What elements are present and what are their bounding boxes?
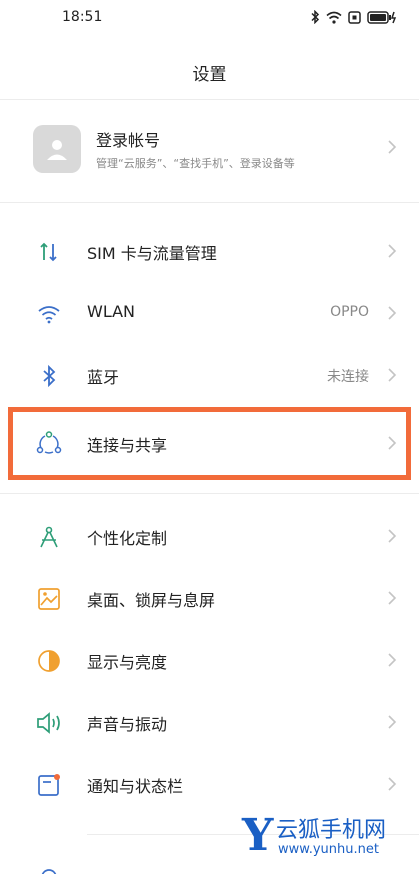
wlan-icon: [36, 301, 62, 327]
settings-row-label: SIM 卡与流量管理: [87, 244, 217, 263]
wifi-icon: [326, 11, 342, 24]
watermark: Y 云狐手机网 www.yunhu.net: [242, 810, 407, 862]
settings-row-personalize[interactable]: 个性化定制: [0, 505, 419, 567]
account-title: 登录帐号: [96, 131, 161, 150]
display-brightness-icon: [36, 648, 62, 674]
chevron-right-icon: [388, 777, 397, 791]
watermark-logo: Y: [242, 810, 274, 861]
status-time: 18:51: [62, 9, 103, 25]
highlight-box: [8, 407, 411, 480]
user-icon: [47, 140, 67, 160]
settings-row-value: 未连接: [327, 369, 369, 385]
settings-row-label: 显示与亮度: [87, 653, 168, 672]
status-icons: [310, 10, 397, 24]
settings-row-label: 蓝牙: [87, 368, 120, 387]
account-subtitle: 管理“云服务”、“查找手机”、登录设备等: [96, 157, 295, 170]
page-title: 设置: [192, 65, 227, 85]
chevron-right-icon: [388, 368, 397, 382]
header-divider: [0, 99, 419, 100]
notification-icon: [36, 772, 62, 798]
chevron-right-icon: [388, 529, 397, 543]
settings-row-label: 桌面、锁屏与息屏: [87, 591, 216, 610]
bluetooth-icon: [311, 10, 320, 24]
settings-row-label: 个性化定制: [87, 529, 168, 548]
settings-row-sound[interactable]: 声音与振动: [0, 691, 419, 753]
chevron-right-icon: [388, 244, 397, 258]
settings-row-wallpaper[interactable]: 桌面、锁屏与息屏: [0, 567, 419, 629]
watermark-name: 云狐手机网: [276, 818, 387, 843]
settings-row-notification[interactable]: 通知与状态栏: [0, 753, 419, 815]
chevron-right-icon: [388, 591, 397, 605]
settings-row-value: OPPO: [330, 304, 369, 320]
nfc-icon: [348, 10, 361, 24]
settings-row-wlan[interactable]: WLAN OPPO: [0, 282, 419, 344]
settings-row-label: 声音与振动: [87, 715, 168, 734]
settings-row-bluetooth[interactable]: 蓝牙 未连接: [0, 344, 419, 406]
battery-charging-icon: [367, 10, 397, 24]
status-bar: 18:51: [0, 0, 419, 36]
sound-vibration-icon: [36, 710, 62, 736]
partial-row-icon: [41, 869, 57, 874]
settings-row-label: 通知与状态栏: [87, 777, 184, 796]
chevron-right-icon: [388, 306, 397, 320]
avatar: [33, 125, 81, 173]
watermark-url: www.yunhu.net: [278, 842, 379, 857]
chevron-right-icon: [388, 653, 397, 667]
chevron-right-icon: [388, 140, 397, 154]
group-divider: [0, 202, 419, 203]
bluetooth-icon: [36, 363, 62, 389]
settings-row-sim[interactable]: SIM 卡与流量管理: [0, 220, 419, 282]
personalize-icon: [36, 524, 62, 550]
settings-row-display[interactable]: 显示与亮度: [0, 629, 419, 691]
chevron-right-icon: [388, 715, 397, 729]
sim-data-icon: [36, 239, 62, 265]
group-divider: [0, 493, 419, 494]
wallpaper-icon: [36, 586, 62, 612]
settings-row-label: WLAN: [87, 302, 136, 321]
account-login-row[interactable]: 登录帐号 管理“云服务”、“查找手机”、登录设备等: [0, 104, 419, 190]
